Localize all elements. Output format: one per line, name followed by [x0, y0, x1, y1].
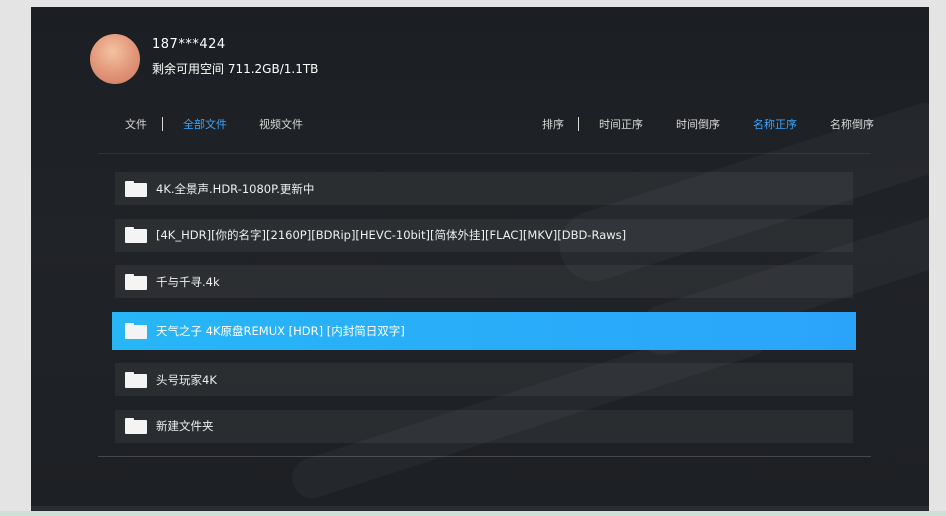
sort-bar: 排序 时间正序 时间倒序 名称正序 名称倒序: [542, 116, 874, 132]
sort-time-desc[interactable]: 时间倒序: [676, 116, 720, 132]
tv-screen: 187***424 剩余可用空间 711.2GB/1.1TB 文件 全部文件 视…: [31, 7, 929, 511]
list-item[interactable]: 4K.全景声.HDR-1080P.更新中: [115, 172, 853, 205]
avatar[interactable]: [90, 34, 140, 84]
tab-video-files[interactable]: 视频文件: [259, 116, 303, 132]
folder-icon: [125, 180, 147, 197]
folder-name: 千与千寻.4k: [156, 274, 220, 289]
divider: [98, 153, 871, 154]
username: 187***424: [152, 37, 226, 52]
list-item-selected[interactable]: 天气之子 4K原盘REMUX [HDR] [内封简日双字]: [112, 311, 856, 350]
folder-icon: [125, 371, 147, 388]
folder-icon: [125, 322, 147, 339]
list-item[interactable]: [4K_HDR][你的名字][2160P][BDRip][HEVC-10bit]…: [115, 218, 853, 252]
folder-icon: [125, 273, 147, 290]
folder-icon: [125, 418, 147, 434]
folder-name: [4K_HDR][你的名字][2160P][BDRip][HEVC-10bit]…: [156, 228, 627, 242]
storage-info: 剩余可用空间 711.2GB/1.1TB: [152, 62, 319, 76]
divider: [98, 456, 871, 457]
file-tabs: 文件 全部文件 视频文件: [125, 116, 303, 132]
tab-files[interactable]: 文件: [125, 116, 147, 132]
sort-separator: [578, 117, 579, 131]
sort-time-asc[interactable]: 时间正序: [599, 116, 643, 132]
folder-name: 4K.全景声.HDR-1080P.更新中: [156, 181, 315, 196]
list-item[interactable]: 新建文件夹: [115, 409, 853, 443]
folder-icon: [125, 227, 147, 243]
folder-name: 天气之子 4K原盘REMUX [HDR] [内封简日双字]: [156, 323, 405, 338]
tv-stand-strip: [0, 511, 946, 516]
folder-name: 新建文件夹: [156, 419, 214, 433]
tab-all-files[interactable]: 全部文件: [183, 116, 227, 132]
folder-name: 头号玩家4K: [156, 372, 217, 387]
list-item[interactable]: 头号玩家4K: [115, 363, 853, 396]
sort-name-desc[interactable]: 名称倒序: [830, 116, 874, 132]
sort-name-asc[interactable]: 名称正序: [753, 116, 797, 132]
list-item[interactable]: 千与千寻.4k: [115, 265, 853, 298]
file-list: 4K.全景声.HDR-1080P.更新中 [4K_HDR][你的名字][2160…: [112, 172, 856, 456]
sort-label: 排序: [542, 118, 564, 131]
tab-separator: [162, 117, 163, 131]
